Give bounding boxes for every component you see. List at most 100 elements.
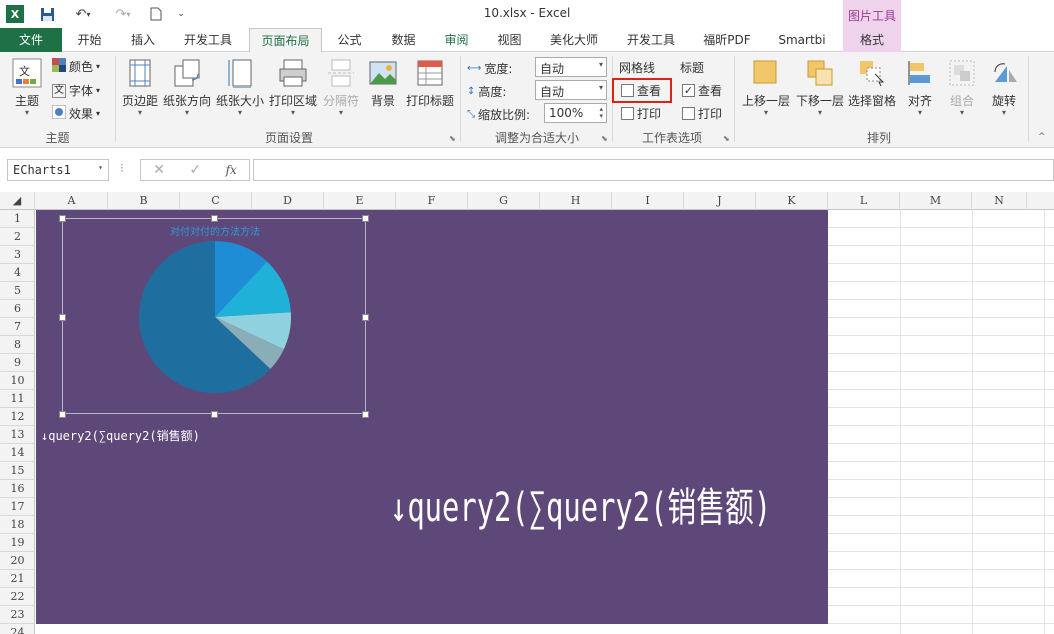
resize-handle-ne[interactable]	[362, 215, 369, 222]
row-header-11[interactable]: 11	[0, 390, 35, 408]
column-header-b[interactable]: B	[108, 192, 180, 210]
row-header-13[interactable]: 13	[0, 426, 35, 444]
tab-foxit-pdf[interactable]: 福昕PDF	[690, 28, 764, 52]
row-header-14[interactable]: 14	[0, 444, 35, 462]
row-header-8[interactable]: 8	[0, 336, 35, 354]
tab-developer-2[interactable]: 开发工具	[612, 28, 690, 52]
background-button[interactable]: 背景	[366, 58, 400, 109]
themes-button[interactable]: 文 主题 ▾	[6, 58, 48, 117]
row-header-3[interactable]: 3	[0, 246, 35, 264]
column-header-g[interactable]: G	[468, 192, 540, 210]
column-header-h[interactable]: H	[540, 192, 612, 210]
tab-beautify[interactable]: 美化大师	[536, 28, 612, 52]
column-header-c[interactable]: C	[180, 192, 252, 210]
headings-view-check[interactable]: ✓	[682, 84, 695, 97]
row-header-22[interactable]: 22	[0, 588, 35, 606]
column-header-a[interactable]: A	[36, 192, 108, 210]
tab-page-layout[interactable]: 页面布局	[249, 28, 322, 53]
scale-spinner[interactable]: 100% ▴ ▾	[544, 103, 607, 123]
formula-input[interactable]	[253, 159, 1054, 181]
row-header-21[interactable]: 21	[0, 570, 35, 588]
row-header-5[interactable]: 5	[0, 282, 35, 300]
row-header-2[interactable]: 2	[0, 228, 35, 246]
cell-a13-text[interactable]: ↓query2(∑query2(销售额)	[41, 427, 200, 444]
column-header-m[interactable]: M	[900, 192, 972, 210]
collapse-ribbon-icon[interactable]: ^	[1038, 132, 1046, 142]
tab-data[interactable]: 数据	[377, 28, 430, 52]
tab-developer[interactable]: 开发工具	[169, 28, 247, 52]
bring-forward-button[interactable]: 上移一层 ▾	[740, 58, 792, 117]
column-header-e[interactable]: E	[324, 192, 396, 210]
size-button[interactable]: 纸张大小 ▾	[216, 58, 264, 117]
orientation-button[interactable]: 纸张方向 ▾	[163, 58, 211, 117]
column-header-f[interactable]: F	[396, 192, 468, 210]
resize-handle-nw[interactable]	[59, 215, 66, 222]
row-header-24[interactable]: 24	[0, 624, 35, 634]
width-select[interactable]: 自动 ▾	[535, 57, 607, 77]
tab-formulas[interactable]: 公式	[322, 28, 377, 52]
row-header-12[interactable]: 12	[0, 408, 35, 426]
row-header-18[interactable]: 18	[0, 516, 35, 534]
tab-smartbi[interactable]: Smartbi	[764, 28, 840, 52]
row-header-19[interactable]: 19	[0, 534, 35, 552]
tab-insert[interactable]: 插入	[117, 28, 169, 52]
column-header-k[interactable]: K	[756, 192, 828, 210]
column-header-n[interactable]: N	[972, 192, 1027, 210]
effects-button[interactable]: 效果 ▾	[51, 104, 100, 122]
tab-home[interactable]: 开始	[62, 28, 117, 52]
row-header-17[interactable]: 17	[0, 498, 35, 516]
row-header-15[interactable]: 15	[0, 462, 35, 480]
tab-review[interactable]: 审阅	[430, 28, 483, 52]
tab-file[interactable]: 文件	[0, 28, 62, 52]
height-select[interactable]: 自动 ▾	[535, 80, 607, 100]
rotate-button[interactable]: 旋转 ▾	[988, 58, 1020, 117]
enter-icon[interactable]: ✓	[189, 162, 201, 178]
row-header-7[interactable]: 7	[0, 318, 35, 336]
headings-print-checkbox[interactable]: 打印	[682, 105, 722, 122]
insert-function-icon[interactable]: fx	[226, 163, 237, 177]
resize-handle-n[interactable]	[211, 215, 218, 222]
row-header-20[interactable]: 20	[0, 552, 35, 570]
row-header-1[interactable]: 1	[0, 210, 35, 228]
breaks-button[interactable]: 分隔符 ▾	[321, 58, 361, 117]
send-backward-button[interactable]: 下移一层 ▾	[794, 58, 846, 117]
scale-launcher-icon[interactable]: ⬊	[601, 134, 608, 143]
sheet-options-launcher-icon[interactable]: ⬊	[723, 134, 730, 143]
resize-handle-s[interactable]	[211, 411, 218, 418]
select-all-corner[interactable]: ◢	[0, 192, 35, 210]
column-header-d[interactable]: D	[252, 192, 324, 210]
resize-handle-w[interactable]	[59, 314, 66, 321]
headings-print-check[interactable]	[682, 107, 695, 120]
print-area-button[interactable]: 打印区域 ▾	[268, 58, 318, 117]
row-header-16[interactable]: 16	[0, 480, 35, 498]
row-header-23[interactable]: 23	[0, 606, 35, 624]
gridlines-print-check[interactable]	[621, 107, 634, 120]
row-header-10[interactable]: 10	[0, 372, 35, 390]
tab-format[interactable]: 格式	[843, 28, 901, 52]
resize-handle-se[interactable]	[362, 411, 369, 418]
cancel-icon[interactable]: ✕	[153, 162, 165, 178]
column-header-j[interactable]: J	[684, 192, 756, 210]
echarts-chart[interactable]: 对付对付的方法方法	[59, 215, 369, 418]
colors-button[interactable]: 颜色 ▾	[52, 58, 100, 75]
large-text-box[interactable]: ↓query2(∑query2(销售额)	[390, 475, 771, 533]
group-button[interactable]: 组合 ▾	[946, 58, 978, 117]
print-titles-button[interactable]: 打印标题	[405, 58, 455, 109]
row-header-4[interactable]: 4	[0, 264, 35, 282]
name-box[interactable]: ECharts1 ▾	[7, 159, 109, 181]
resize-handle-e[interactable]	[362, 314, 369, 321]
row-header-9[interactable]: 9	[0, 354, 35, 372]
gridline-horizontal	[828, 443, 1054, 444]
headings-view-checkbox[interactable]: ✓ 查看	[682, 82, 722, 99]
column-header-i[interactable]: I	[612, 192, 684, 210]
fonts-button[interactable]: 文 字体 ▾	[52, 82, 100, 99]
align-button[interactable]: 对齐 ▾	[904, 58, 936, 117]
gridlines-print-checkbox[interactable]: 打印	[621, 105, 661, 122]
column-header-l[interactable]: L	[828, 192, 900, 210]
resize-handle-sw[interactable]	[59, 411, 66, 418]
page-setup-launcher-icon[interactable]: ⬊	[449, 134, 456, 143]
selection-pane-button[interactable]: 选择窗格	[847, 58, 897, 109]
tab-view[interactable]: 视图	[483, 28, 536, 52]
margins-button[interactable]: 页边距 ▾	[119, 58, 161, 117]
row-header-6[interactable]: 6	[0, 300, 35, 318]
